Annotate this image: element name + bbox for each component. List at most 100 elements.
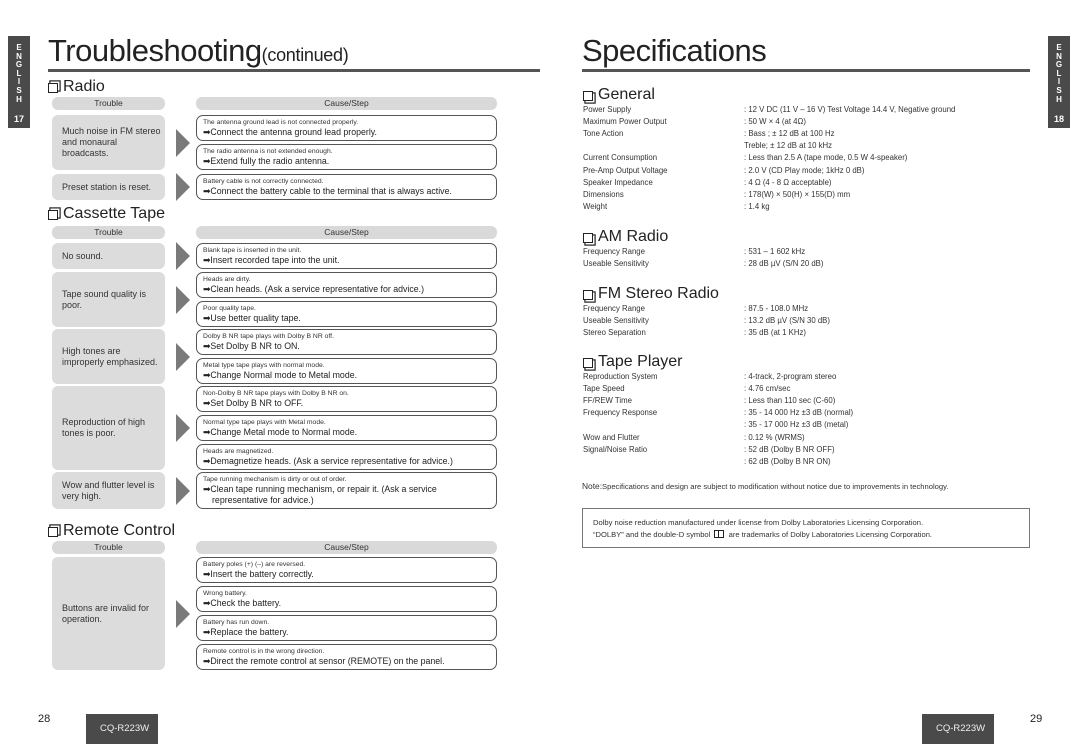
arrow-right-icon	[176, 173, 190, 201]
spec-label: Tone Action	[583, 129, 624, 139]
spec-value: : Less than 2.5 A (tape mode, 0.5 W 4-sp…	[744, 153, 908, 163]
trouble-text: Tape sound quality is poor.	[62, 288, 147, 310]
note-text: Note:Specifications and design are subje…	[582, 481, 948, 491]
spec-value: : Bass ; ± 12 dB at 100 Hz	[744, 129, 835, 139]
spec-value: : 35 - 14 000 Hz ±3 dB (normal)	[744, 408, 854, 418]
page-title-troubleshooting: Troubleshooting(continued)	[48, 33, 349, 69]
cause-text: Tape running mechanism is dirty or out o…	[203, 476, 347, 483]
spec-value: : 35 dB (at 1 KHz)	[744, 328, 806, 338]
spec-label: Current Consumption	[583, 153, 658, 163]
section-heading: Remote Control	[48, 522, 175, 540]
column-header-cause-step: Cause/Step	[196, 97, 497, 110]
cause-text: Battery cable is not correctly connected…	[203, 178, 324, 185]
arrow-right-icon	[176, 242, 190, 270]
spec-value: : 13.2 dB µV (S/N 30 dB)	[744, 316, 830, 326]
spec-value: : 1.4 kg	[744, 201, 770, 211]
spec-value: : 2.0 V (CD Play mode; 1kHz 0 dB)	[744, 165, 865, 175]
spec-group-title: General	[598, 86, 655, 103]
step-text-continued: representative for advice.)	[212, 495, 314, 505]
spec-label: Frequency Range	[583, 247, 645, 256]
cause-text: Non-Dolby B NR tape plays with Dolby B N…	[203, 390, 349, 397]
column-header-trouble: Trouble	[52, 541, 165, 554]
language-tab-right: E N G L I S H 18	[1048, 36, 1070, 128]
cause-step-box: The radio antenna is not extended enough…	[196, 144, 497, 170]
section-title: Cassette Tape	[63, 205, 165, 222]
column-header-cause-step: Cause/Step	[196, 541, 497, 554]
step-text: ➡Connect the antenna ground lead properl…	[203, 127, 377, 137]
checkbox-square-icon	[583, 91, 593, 101]
spec-label: Frequency Range	[583, 304, 645, 313]
language-label: E N G L I S H	[8, 43, 30, 104]
spec-group-heading: AM Radio	[583, 228, 668, 246]
dolby-line-2-start: “DOLBY” and the double-D symbol	[593, 530, 711, 539]
spec-value: : 4-track, 2-program stereo	[744, 372, 837, 381]
spec-value: : 0.12 % (WRMS)	[744, 432, 805, 442]
cause-text: Heads are dirty.	[203, 276, 251, 283]
trouble-text: Much noise in FM stereo and monaural bro…	[62, 126, 161, 158]
cause-step-box: Wrong battery. ➡Check the battery.	[196, 586, 497, 612]
arrow-right-icon	[176, 599, 190, 628]
spec-value: Treble; ± 12 dB at 10 kHz	[744, 141, 833, 151]
step-text: ➡Insert recorded tape into the unit.	[203, 255, 340, 265]
cause-step-box: Normal type tape plays with Metal mode. ➡…	[196, 415, 497, 441]
cause-step-box: Battery poles (+) (–) are reversed. ➡Inse…	[196, 557, 497, 583]
spec-value: : 4.76 cm/sec	[744, 384, 791, 394]
title-text: Troubleshooting	[48, 33, 262, 68]
cause-text: Battery poles (+) (–) are reversed.	[203, 561, 306, 568]
spec-value: : 531 – 1 602 kHz	[744, 247, 806, 256]
cause-text: Metal type tape plays with normal mode.	[203, 362, 325, 369]
trouble-cell: Wow and flutter level is very high.	[52, 472, 165, 509]
cause-text: Remote control is in the wrong direction…	[203, 648, 325, 655]
spec-value: : 178(W) × 50(H) × 155(D) mm	[744, 189, 851, 199]
spec-group-heading: General	[583, 86, 655, 104]
spec-value: : 35 - 17 000 Hz ±3 dB (metal)	[744, 420, 849, 430]
section-page-number: 18	[1053, 114, 1064, 125]
spec-label: Stereo Separation	[583, 328, 646, 338]
spec-label: Power Supply	[583, 105, 632, 114]
checkbox-square-icon	[48, 527, 58, 537]
column-header-trouble: Trouble	[52, 97, 165, 110]
spec-label: Reproduction System	[583, 372, 658, 381]
trouble-cell: Reproduction of high tones is poor.	[52, 386, 165, 470]
dolby-line-1: Dolby noise reduction manufactured under…	[593, 518, 924, 527]
title-divider	[582, 69, 1030, 72]
spec-label: Useable Sensitivity	[583, 316, 649, 326]
language-label: E N G L I S H	[1048, 43, 1070, 104]
page-number-right: 29	[1030, 713, 1043, 725]
cause-text: Blank tape is inserted in the unit.	[203, 247, 302, 254]
spec-label: Pre-Amp Output Voltage	[583, 165, 668, 175]
spec-label: Speaker Impedance	[583, 177, 653, 187]
cause-step-box: The antenna ground lead is not connected…	[196, 115, 497, 141]
title-suffix: (continued)	[261, 45, 349, 65]
cause-text: Battery has run down.	[203, 619, 270, 626]
spec-value: : 52 dB (Dolby B NR OFF)	[744, 444, 835, 454]
trouble-text: Reproduction of high tones is poor.	[62, 417, 146, 438]
spec-label: Weight	[583, 201, 608, 211]
cause-step-box: Remote control is in the wrong direction…	[196, 644, 497, 670]
trouble-cell: High tones are improperly emphasized.	[52, 329, 165, 384]
letter: H	[16, 94, 22, 104]
double-d-symbol-icon	[714, 530, 725, 538]
spec-value: : 50 W × 4 (at 4Ω)	[744, 117, 806, 127]
arrow-right-icon	[176, 128, 190, 157]
cause-step-box: Blank tape is inserted in the unit. ➡Inse…	[196, 243, 497, 269]
checkbox-square-icon	[48, 83, 58, 93]
cause-text: Wrong battery.	[203, 590, 247, 597]
spec-group-heading: Tape Player	[583, 353, 683, 371]
cause-step-box: Dolby B NR tape plays with Dolby B NR of…	[196, 329, 497, 355]
cause-step-box: Non-Dolby B NR tape plays with Dolby B N…	[196, 386, 497, 412]
step-text: ➡Set Dolby B NR to ON.	[203, 341, 300, 351]
spec-label: Useable Sensitivity	[583, 259, 649, 269]
trouble-text: Preset station is reset.	[62, 181, 152, 192]
spec-label: Signal/Noise Ratio	[583, 444, 648, 454]
arrow-right-icon	[176, 414, 190, 442]
section-heading: Cassette Tape	[48, 205, 165, 223]
cause-text: Dolby B NR tape plays with Dolby B NR of…	[203, 333, 334, 340]
spec-group-title: FM Stereo Radio	[598, 285, 719, 302]
cause-text: The antenna ground lead is not connected…	[203, 119, 359, 126]
cause-text: Poor quality tape.	[203, 305, 256, 312]
page-title-specifications: Specifications	[582, 33, 767, 68]
arrow-right-icon	[176, 285, 190, 314]
step-text: ➡Check the battery.	[203, 598, 282, 608]
trouble-cell: Preset station is reset.	[52, 174, 165, 200]
